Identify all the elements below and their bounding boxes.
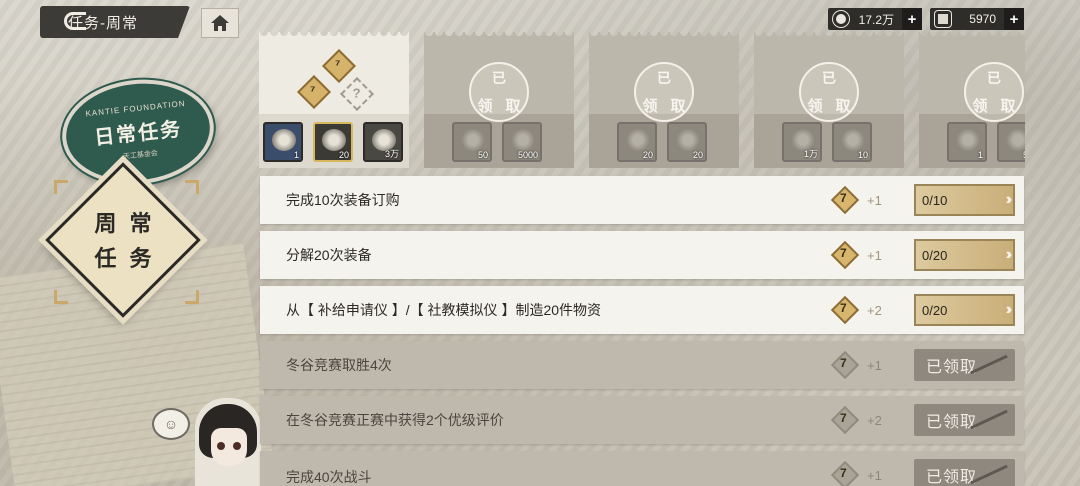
token-value: 5970	[969, 12, 996, 26]
claimed-stamp: 已领取	[634, 62, 694, 122]
claimed-stamp: 已领取	[469, 62, 529, 122]
task-claimed-label: 已领取	[926, 414, 978, 431]
points-diamond-icon: 7	[830, 240, 860, 270]
coin-value: 17.2万	[858, 12, 894, 27]
task-points: +2	[867, 412, 882, 428]
points-diamond-icon: 7	[830, 185, 860, 215]
reward-item[interactable]: 1	[263, 122, 303, 162]
task-points: +2	[867, 302, 882, 318]
points-diamond-icon: 7	[830, 295, 860, 325]
task-row: 完成40次战斗 7 +1 已领取	[260, 451, 1024, 486]
weekly-char: 周	[94, 211, 117, 237]
task-points: +1	[867, 247, 882, 263]
task-progress-button[interactable]: 0/10 ›››	[914, 184, 1015, 216]
selection-corner	[185, 290, 199, 304]
task-name: 从【 补给申请仪 】/【 社教模拟仪 】制造20件物资	[286, 302, 602, 318]
task-name: 完成10次装备订购	[286, 192, 400, 208]
chat-bubble-icon[interactable]: ☺	[152, 408, 190, 440]
task-name: 在冬谷竞赛正赛中获得2个优级评价	[286, 412, 504, 428]
add-coin-button[interactable]: +	[902, 8, 922, 30]
task-points: +1	[867, 468, 882, 483]
points-diamond-icon: 7	[830, 350, 860, 380]
task-claimed-button: 已领取	[914, 349, 1015, 381]
task-row: 冬谷竞赛取胜4次 7 +1 已领取	[260, 341, 1024, 389]
task-claimed-button: 已领取	[914, 404, 1015, 436]
reward-ticket-claimed: 已领取 20 20	[589, 32, 739, 168]
task-progress-button[interactable]: 0/20 ›››	[914, 294, 1015, 326]
home-button[interactable]	[201, 8, 239, 38]
selection-corner	[185, 180, 199, 194]
reward-item[interactable]: 20	[313, 122, 353, 162]
currency-token: 5970 +	[930, 8, 1024, 30]
task-claimed-button: 已领取	[914, 459, 1015, 486]
task-name: 完成40次战斗	[286, 469, 372, 485]
points-diamond-icon: 7	[830, 405, 860, 435]
reward-item: 20	[617, 122, 657, 162]
character-avatar[interactable]	[195, 398, 261, 486]
task-claimed-label: 已领取	[926, 359, 978, 376]
task-claimed-label: 已领取	[926, 469, 978, 486]
reward-item[interactable]: 3万	[363, 122, 403, 162]
home-icon	[211, 15, 229, 31]
points-diamond-icon: 7	[830, 460, 860, 486]
task-points: +1	[867, 357, 882, 373]
task-progress: 0/20	[922, 302, 948, 318]
task-row: 分解20次装备 7 +1 0/20 ›››	[260, 231, 1024, 279]
back-button[interactable]: 任务-周常	[40, 6, 190, 38]
task-row: 从【 补给申请仪 】/【 社教模拟仪 】制造20件物资 7 +2 0/20 ››…	[260, 286, 1024, 334]
token-icon	[935, 11, 951, 27]
selection-corner	[54, 180, 68, 194]
claimed-stamp: 已领取	[964, 62, 1024, 122]
reward-item: 50	[452, 122, 492, 162]
claimed-stamp: 已领取	[799, 62, 859, 122]
weekly-char: 常	[129, 211, 152, 237]
task-name: 分解20次装备	[286, 247, 372, 263]
reward-item: 1万	[782, 122, 822, 162]
add-token-button[interactable]: +	[1004, 8, 1024, 30]
reward-item: 50	[997, 122, 1025, 162]
selection-corner	[54, 290, 68, 304]
reward-item: 5000	[502, 122, 542, 162]
task-progress-button[interactable]: 0/20 ›››	[914, 239, 1015, 271]
weekly-char: 任	[94, 246, 117, 272]
weekly-tasks-label: 周 常 任 务	[88, 208, 158, 278]
reward-item: 1	[947, 122, 987, 162]
task-progress: 0/20	[922, 247, 948, 263]
reward-item: 20	[667, 122, 707, 162]
reward-ticket-claimed: 已领取 1 50	[919, 32, 1025, 168]
weekly-char: 务	[129, 246, 152, 272]
reward-ticket-claimed: 已领取 1万 10	[754, 32, 904, 168]
daily-badge-sub: 天工基金会	[122, 150, 159, 161]
task-progress: 0/10	[922, 192, 948, 208]
task-points: +1	[867, 192, 882, 208]
reward-item: 10	[832, 122, 872, 162]
task-row: 完成10次装备订购 7 +1 0/10 ›››	[260, 176, 1024, 224]
daily-tasks-label: 日常任务	[93, 116, 184, 150]
task-row: 在冬谷竞赛正赛中获得2个优级评价 7 +2 已领取	[260, 396, 1024, 444]
task-name: 冬谷竞赛取胜4次	[286, 357, 392, 373]
reward-ticket-claimed: 已领取 50 5000	[424, 32, 574, 168]
back-arrow-icon	[64, 12, 86, 30]
currency-coin: 17.2万 +	[828, 8, 922, 30]
reward-ticket-active[interactable]: ⁷ ⁷ ? 1 20 3万	[259, 32, 409, 168]
coin-icon	[833, 11, 849, 27]
